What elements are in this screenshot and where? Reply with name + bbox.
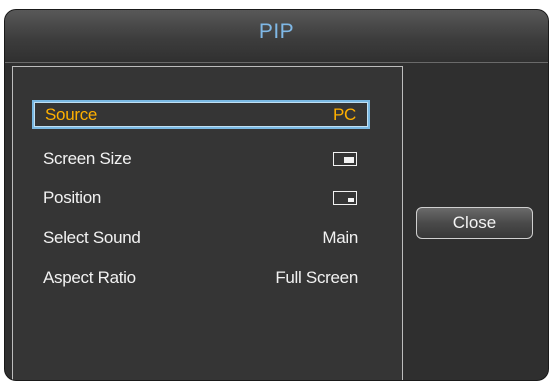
dialog-titlebar: PIP xyxy=(5,10,548,63)
menu-item-value: PC xyxy=(332,104,356,124)
pip-large-window-icon xyxy=(333,151,357,166)
close-button[interactable]: Close xyxy=(416,207,533,239)
pip-bottom-right-position-icon xyxy=(333,190,357,205)
menu-item-label: Aspect Ratio xyxy=(43,267,136,287)
menu-item-label: Screen Size xyxy=(43,148,132,168)
menu-item-aspect-ratio[interactable]: Aspect Ratio Full Screen xyxy=(32,263,370,292)
menu-item-select-sound[interactable]: Select Sound Main xyxy=(32,223,370,252)
menu-item-label: Select Sound xyxy=(43,227,141,247)
dialog-title: PIP xyxy=(258,20,295,43)
pip-dialog: PIP Source PC Screen Size Position Selec… xyxy=(4,9,549,381)
menu-item-position[interactable]: Position xyxy=(32,183,370,212)
menu-item-value: Main xyxy=(322,227,358,247)
menu-item-screen-size[interactable]: Screen Size xyxy=(32,144,370,173)
menu-item-label: Position xyxy=(43,187,102,207)
pip-settings-list: Source PC Screen Size Position Select So… xyxy=(12,66,403,380)
menu-item-source[interactable]: Source PC xyxy=(32,100,370,129)
menu-item-value: Full Screen xyxy=(275,267,358,287)
menu-item-label: Source xyxy=(45,104,98,124)
